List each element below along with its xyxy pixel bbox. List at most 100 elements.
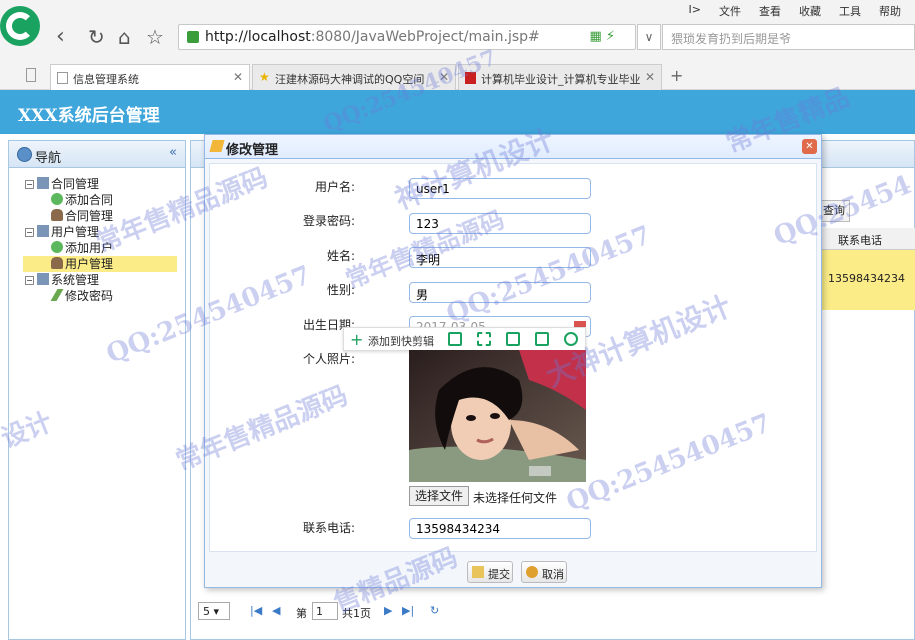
nav-title: 导航 (35, 151, 62, 166)
app-title: XXX系统后台管理 (18, 106, 160, 126)
tab-info-system[interactable]: 信息管理系统 ✕ (50, 64, 250, 90)
secure-lock-icon (187, 31, 199, 43)
menu-item-view[interactable]: 查看 (759, 3, 781, 19)
menu-item-tools[interactable]: 工具 (839, 3, 861, 19)
clip-add-label[interactable]: 添加到快剪辑 (368, 333, 434, 349)
label-username: 用户名: (314, 180, 355, 194)
close-tab-icon[interactable]: ✕ (645, 70, 655, 84)
first-page-icon[interactable]: |◀ (250, 604, 262, 617)
add-icon (51, 193, 63, 205)
column-header-phone[interactable]: 联系电话 (822, 228, 915, 250)
tree-node-change-password[interactable]: 修改密码 (50, 288, 113, 304)
menu-item-help[interactable]: 帮助 (879, 3, 901, 19)
menu-item-file[interactable]: 文件 (719, 3, 741, 19)
browser-logo-icon (0, 6, 40, 46)
dialog-footer: 提交 取消 (205, 555, 821, 587)
folder-pc-icon (37, 225, 49, 237)
query-button[interactable]: 查询 (818, 200, 850, 222)
clip-toolbar: + 添加到快剪辑 (343, 327, 586, 351)
globe-icon (17, 147, 32, 162)
username-field[interactable]: user1 (409, 178, 591, 199)
next-page-icon[interactable]: ▶ (384, 604, 392, 617)
red-favicon-icon (465, 72, 476, 84)
folder-pc-icon (37, 273, 49, 285)
page-prefix: 第 (296, 607, 307, 620)
page-size-select[interactable]: 5 ▾ (198, 602, 230, 620)
tree-node-system-mgmt[interactable]: − 系统管理 (25, 272, 99, 288)
undo-icon (526, 566, 538, 578)
user-icon (51, 209, 63, 221)
back-arrow-icon[interactable]: ‹ (56, 24, 65, 50)
tree-node-add-contract[interactable]: 添加合同 (51, 192, 113, 208)
browser-menu: I> 文件 查看 收藏 工具 帮助 (689, 3, 901, 19)
dialog-header: 修改管理 ✕ (205, 135, 821, 159)
tree-node-user-mgmt[interactable]: − 用户管理 (25, 224, 99, 240)
refresh-icon[interactable]: ↻ (88, 24, 105, 50)
name-field[interactable]: 李明 (409, 247, 591, 268)
tree-node-user-list[interactable]: 用户管理 (23, 256, 177, 272)
file-status: 未选择任何文件 (473, 491, 558, 505)
label-photo: 个人照片: (302, 352, 355, 366)
add-icon (51, 241, 63, 253)
phone-field[interactable]: 13598434234 (409, 518, 591, 539)
phone-icon[interactable] (448, 332, 462, 346)
nav-header: 导航 « (9, 141, 185, 168)
edit-icon (209, 140, 225, 152)
check-icon (472, 566, 484, 578)
label-birthday: 出生日期: (302, 318, 355, 332)
new-tab-button[interactable]: + (670, 66, 683, 85)
fullscreen-icon[interactable] (477, 332, 491, 346)
gear-icon[interactable] (564, 332, 578, 346)
tree-node-add-user[interactable]: 添加用户 (51, 240, 113, 256)
pencil-icon (50, 289, 64, 301)
tree-node-contract-list[interactable]: 合同管理 (51, 208, 113, 224)
close-tab-icon[interactable]: ✕ (233, 70, 243, 84)
label-gender: 性别: (326, 283, 355, 297)
app-banner: XXX系统后台管理 (0, 90, 915, 134)
user-icon (51, 257, 63, 269)
search-input[interactable]: 猥琐发育扔到后期是爷 (662, 24, 915, 50)
refresh-page-icon[interactable]: ↻ (430, 604, 439, 617)
label-name: 姓名: (326, 249, 355, 263)
sidebar-toggle-icon[interactable] (26, 68, 36, 82)
menu-item-toggle[interactable]: I> (689, 3, 701, 19)
photo-portrait (409, 350, 586, 482)
close-tab-icon[interactable]: ✕ (439, 70, 449, 84)
folder-pc-icon (37, 177, 49, 189)
prev-page-icon[interactable]: ◀ (272, 604, 280, 617)
choose-file-button[interactable]: 选择文件 (409, 486, 469, 506)
address-bar[interactable]: http://localhost:8080/JavaWebProject/mai… (178, 24, 636, 50)
submit-button[interactable]: 提交 (467, 561, 513, 583)
dialog-title: 修改管理 (226, 143, 279, 158)
tab-graduation-design[interactable]: 计算机毕业设计_计算机专业毕业 ✕ (458, 64, 662, 90)
page-icon (57, 72, 68, 84)
tree-node-contract-mgmt[interactable]: − 合同管理 (25, 176, 99, 192)
page-total: 共1页 (342, 607, 371, 620)
cancel-button[interactable]: 取消 (521, 561, 567, 583)
label-phone: 联系电话: (302, 521, 355, 535)
tab-strip: 信息管理系统 ✕ ★ 汪建林源码大神调试的QQ空间 ✕ 计算机毕业设计_计算机专… (0, 62, 915, 90)
address-dropdown-icon[interactable]: ∨ (637, 24, 661, 50)
nav-sidebar: 导航 « − 合同管理 添加合同 合同管理 − 用户管理 添加用户 用户管理 − 系统… (8, 140, 186, 640)
save-icon[interactable] (506, 332, 520, 346)
last-page-icon[interactable]: ▶| (402, 604, 414, 617)
share-icon[interactable] (535, 332, 549, 346)
collapse-icon[interactable]: « (169, 145, 177, 160)
pager: 5 ▾ |◀ ◀ 第 1 共1页 ▶ ▶| ↻ (196, 600, 911, 626)
menu-item-favorites[interactable]: 收藏 (799, 3, 821, 19)
tab-qq-space[interactable]: ★ 汪建林源码大神调试的QQ空间 ✕ (252, 64, 456, 90)
table-row-phone[interactable]: 13598434234 (822, 250, 915, 310)
plus-icon[interactable]: + (350, 330, 363, 349)
page-number-input[interactable]: 1 (312, 602, 338, 620)
address-url: http://localhost:8080/JavaWebProject/mai… (205, 29, 540, 45)
home-icon[interactable]: ⌂ (118, 24, 131, 50)
label-password: 登录密码: (302, 214, 355, 228)
profile-photo (409, 350, 586, 482)
password-field[interactable]: 123 (409, 213, 591, 234)
close-icon[interactable]: ✕ (802, 139, 817, 154)
gender-field[interactable]: 男 (409, 282, 591, 303)
browser-chrome: I> 文件 查看 收藏 工具 帮助 ‹ ↻ ⌂ ☆ http://localho… (0, 0, 915, 90)
star-favicon-icon: ★ (259, 70, 270, 84)
qr-code-icon[interactable]: ▦ ⚡ (589, 29, 615, 44)
star-icon[interactable]: ☆ (146, 24, 164, 50)
